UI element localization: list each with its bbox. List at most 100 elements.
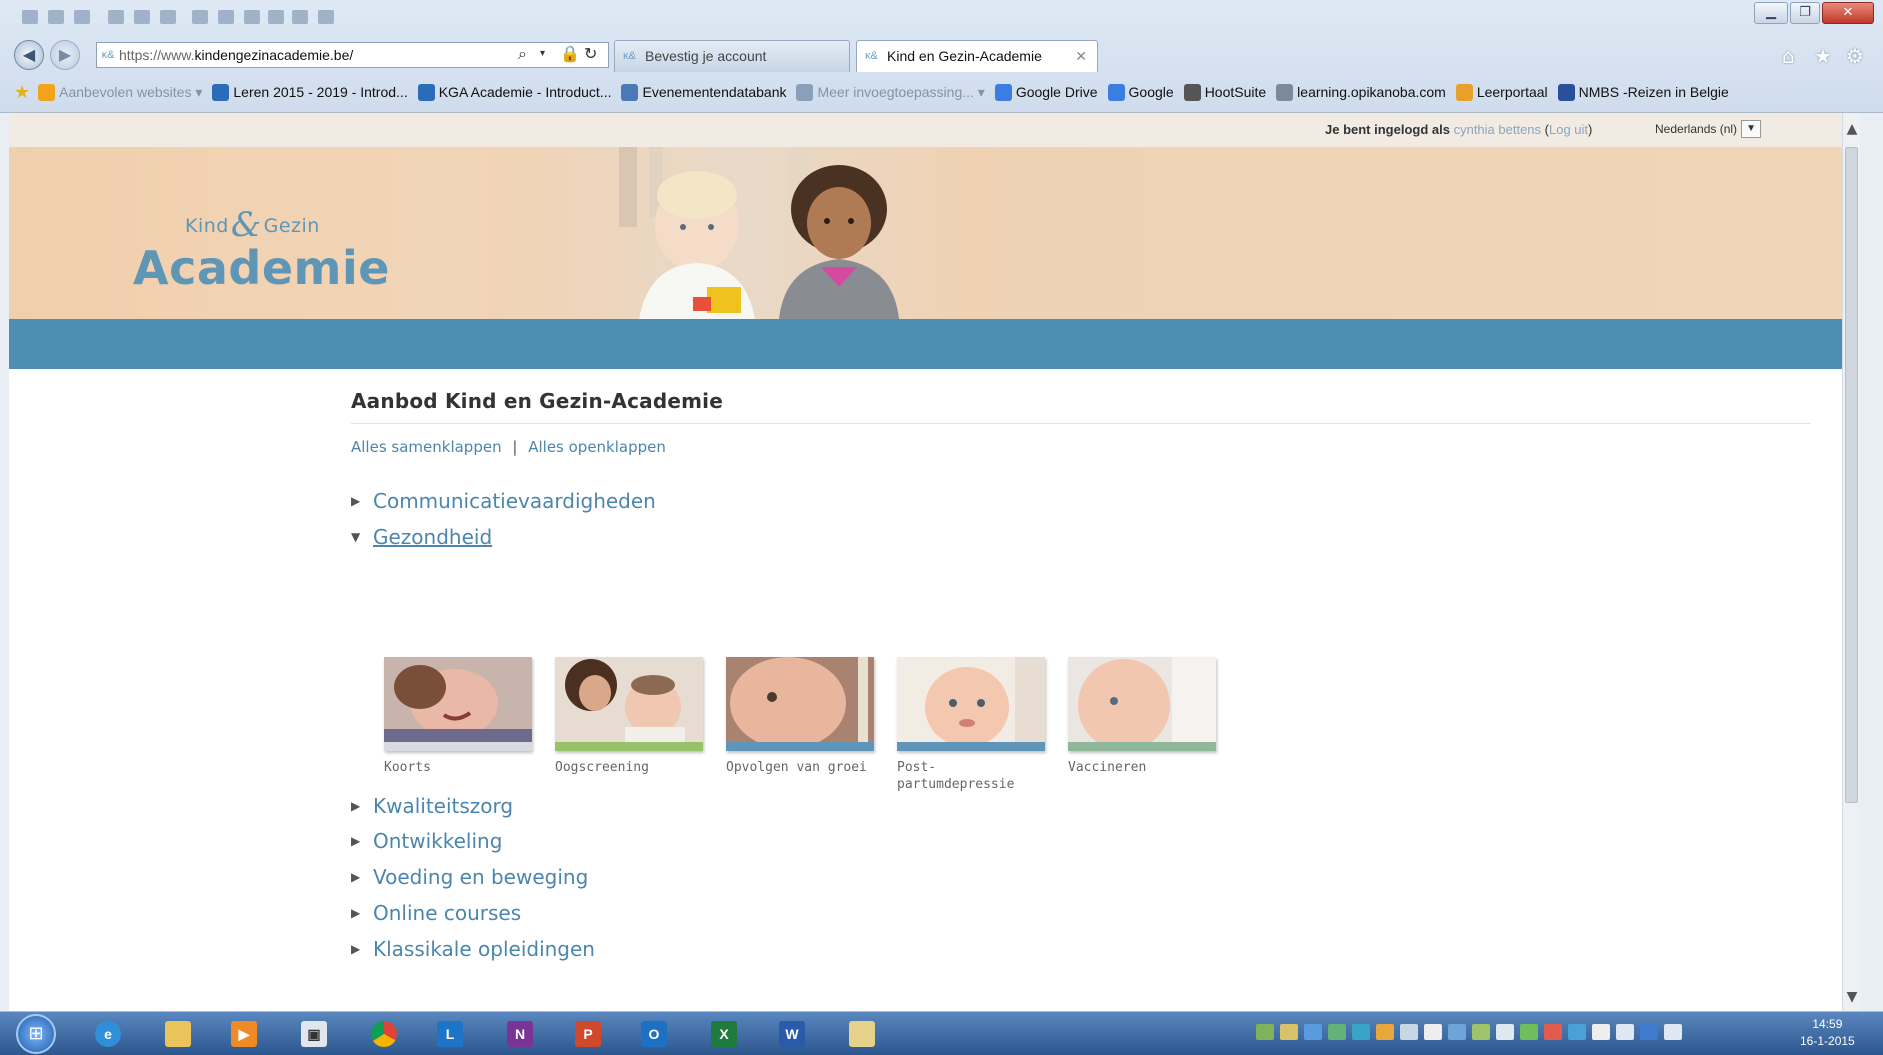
course-title[interactable]: Vaccineren — [1068, 759, 1216, 776]
taskbar-window-icon[interactable]: ▣ — [288, 1016, 340, 1052]
taskbar-chrome-icon[interactable] — [358, 1016, 410, 1052]
bookmark-item[interactable]: Evenementendatabank — [621, 83, 786, 101]
flag-icon[interactable] — [1424, 1024, 1442, 1040]
tray-icon[interactable] — [1544, 1024, 1562, 1040]
quick-access-icon[interactable] — [48, 10, 64, 24]
tray-icon[interactable] — [1616, 1024, 1634, 1040]
home-icon[interactable]: ⌂ — [1782, 44, 1795, 68]
quick-access-icon[interactable] — [192, 10, 208, 24]
tray-icon[interactable] — [1352, 1024, 1370, 1040]
category-kwaliteitszorg[interactable]: ▶ Kwaliteitszorg — [351, 794, 513, 818]
category-klassikale-opleidingen[interactable]: ▶ Klassikale opleidingen — [351, 937, 595, 961]
logout-link[interactable]: Log uit — [1549, 122, 1588, 137]
category-gezondheid[interactable]: ▼ Gezondheid — [351, 525, 492, 549]
expand-all-link[interactable]: Alles openklappen — [528, 438, 666, 456]
quick-access-icon[interactable] — [74, 10, 90, 24]
start-button[interactable]: ⊞ — [16, 1014, 56, 1054]
category-communicatievaardigheden[interactable]: ▶ Communicatievaardigheden — [351, 489, 656, 513]
tray-icon[interactable] — [1664, 1024, 1682, 1040]
favorites-star-icon[interactable]: ★ — [1814, 44, 1832, 68]
category-online-courses[interactable]: ▶ Online courses — [351, 901, 521, 925]
taskbar-ie-icon[interactable]: e — [82, 1016, 134, 1052]
scrollbar-thumb[interactable] — [1845, 147, 1858, 803]
taskbar-outlook-icon[interactable]: O — [628, 1016, 680, 1052]
close-window-button[interactable]: ✕ — [1822, 2, 1874, 24]
taskbar-clock[interactable]: 14:59 16-1-2015 — [1800, 1016, 1855, 1050]
quick-access-icon[interactable] — [292, 10, 308, 24]
quick-access-icon[interactable] — [218, 10, 234, 24]
taskbar-word-icon[interactable]: W — [766, 1016, 818, 1052]
close-tab-icon[interactable]: ✕ — [1075, 41, 1087, 71]
maximize-button[interactable]: ❐ — [1790, 2, 1820, 24]
favorites-star-icon[interactable]: ★ — [14, 82, 30, 103]
quick-access-icon[interactable] — [268, 10, 284, 24]
course-title[interactable]: Oogscreening — [555, 759, 703, 776]
collapse-all-link[interactable]: Alles samenklappen — [351, 438, 502, 456]
tray-icon[interactable] — [1280, 1024, 1298, 1040]
tab-kind-en-gezin[interactable]: κ& Kind en Gezin-Academie ✕ — [856, 40, 1098, 72]
course-card-postpartumdepressie[interactable]: Post- partumdepressie — [897, 657, 1045, 793]
tray-icon[interactable] — [1256, 1024, 1274, 1040]
address-bar[interactable]: κ& https://www. kindengezinacademie.be/ — [96, 42, 609, 68]
course-card-opvolgen-van-groei[interactable]: Opvolgen van groei — [726, 657, 874, 793]
course-thumbnail[interactable] — [1068, 657, 1216, 751]
dropdown-icon[interactable]: ▾ — [540, 48, 545, 59]
bookmark-item[interactable]: NMBS -Reizen in Belgie — [1557, 83, 1729, 101]
course-thumbnail[interactable] — [555, 657, 703, 751]
bookmark-item[interactable]: Google — [1107, 83, 1174, 101]
course-title[interactable]: Opvolgen van groei — [726, 759, 874, 776]
taskbar-excel-icon[interactable]: X — [698, 1016, 750, 1052]
minimize-button[interactable]: ▁ — [1754, 2, 1788, 24]
quick-access-icon[interactable] — [108, 10, 124, 24]
course-title[interactable]: Post- partumdepressie — [897, 759, 1045, 793]
tray-icon[interactable] — [1304, 1024, 1322, 1040]
tray-icon[interactable] — [1376, 1024, 1394, 1040]
course-thumbnail[interactable] — [726, 657, 874, 751]
search-icon[interactable]: ⌕ — [518, 44, 527, 64]
bookmark-item[interactable]: Meer invoegtoepassing... ▾ — [796, 83, 985, 101]
course-card-oogscreening[interactable]: Oogscreening — [555, 657, 703, 793]
user-link[interactable]: cynthia bettens — [1454, 122, 1541, 137]
bookmark-item[interactable]: HootSuite — [1183, 83, 1266, 101]
taskbar-onenote-icon[interactable]: N — [494, 1016, 546, 1052]
bookmark-item[interactable]: KGA Academie - Introduct... — [417, 83, 611, 101]
course-thumbnail[interactable] — [897, 657, 1045, 751]
language-select[interactable]: Nederlands (nl) ▼ — [1655, 119, 1762, 139]
scroll-down-icon[interactable]: ▼ — [1843, 989, 1860, 1005]
back-button[interactable]: ◀ — [14, 40, 44, 70]
lock-icon[interactable]: 🔒 — [560, 44, 580, 63]
quick-access-icon[interactable] — [134, 10, 150, 24]
tray-icon[interactable] — [1520, 1024, 1538, 1040]
category-ontwikkeling[interactable]: ▶ Ontwikkeling — [351, 829, 502, 853]
refresh-icon[interactable]: ↻ — [584, 44, 597, 63]
quick-access-icon[interactable] — [22, 10, 38, 24]
taskbar-folder-icon[interactable] — [836, 1016, 888, 1052]
network-icon[interactable] — [1496, 1024, 1514, 1040]
keyboard-icon[interactable] — [1640, 1024, 1658, 1040]
scroll-up-icon[interactable]: ▲ — [1843, 121, 1860, 137]
category-voeding-en-beweging[interactable]: ▶ Voeding en beweging — [351, 865, 588, 889]
course-title[interactable]: Koorts — [384, 759, 532, 776]
taskbar-lync-icon[interactable]: L — [424, 1016, 476, 1052]
quick-access-icon[interactable] — [244, 10, 260, 24]
course-card-koorts[interactable]: Koorts — [384, 657, 532, 793]
taskbar-explorer-icon[interactable] — [152, 1016, 204, 1052]
course-card-vaccineren[interactable]: Vaccineren — [1068, 657, 1216, 793]
bookmark-item[interactable]: Aanbevolen websites ▾ — [38, 83, 202, 101]
bookmark-item[interactable]: Leren 2015 - 2019 - Introd... — [212, 83, 408, 101]
bookmark-item[interactable]: learning.opikanoba.com — [1276, 83, 1446, 101]
chevron-down-icon[interactable]: ▼ — [1741, 120, 1762, 138]
bookmark-item[interactable]: Leerportaal — [1455, 83, 1548, 101]
settings-gear-icon[interactable]: ⚙ — [1846, 44, 1864, 68]
quick-access-icon[interactable] — [160, 10, 176, 24]
tray-icon[interactable] — [1448, 1024, 1466, 1040]
tray-icon[interactable] — [1472, 1024, 1490, 1040]
quick-access-icon[interactable] — [318, 10, 334, 24]
bookmark-item[interactable]: Google Drive — [994, 83, 1098, 101]
forward-button[interactable]: ▶ — [50, 40, 80, 70]
taskbar-media-icon[interactable]: ▶ — [218, 1016, 270, 1052]
page-scrollbar[interactable]: ▲ ▼ — [1842, 113, 1860, 1011]
tray-icon[interactable] — [1400, 1024, 1418, 1040]
tray-icon[interactable] — [1568, 1024, 1586, 1040]
tab-bevestig[interactable]: κ& Bevestig je account — [614, 40, 850, 72]
